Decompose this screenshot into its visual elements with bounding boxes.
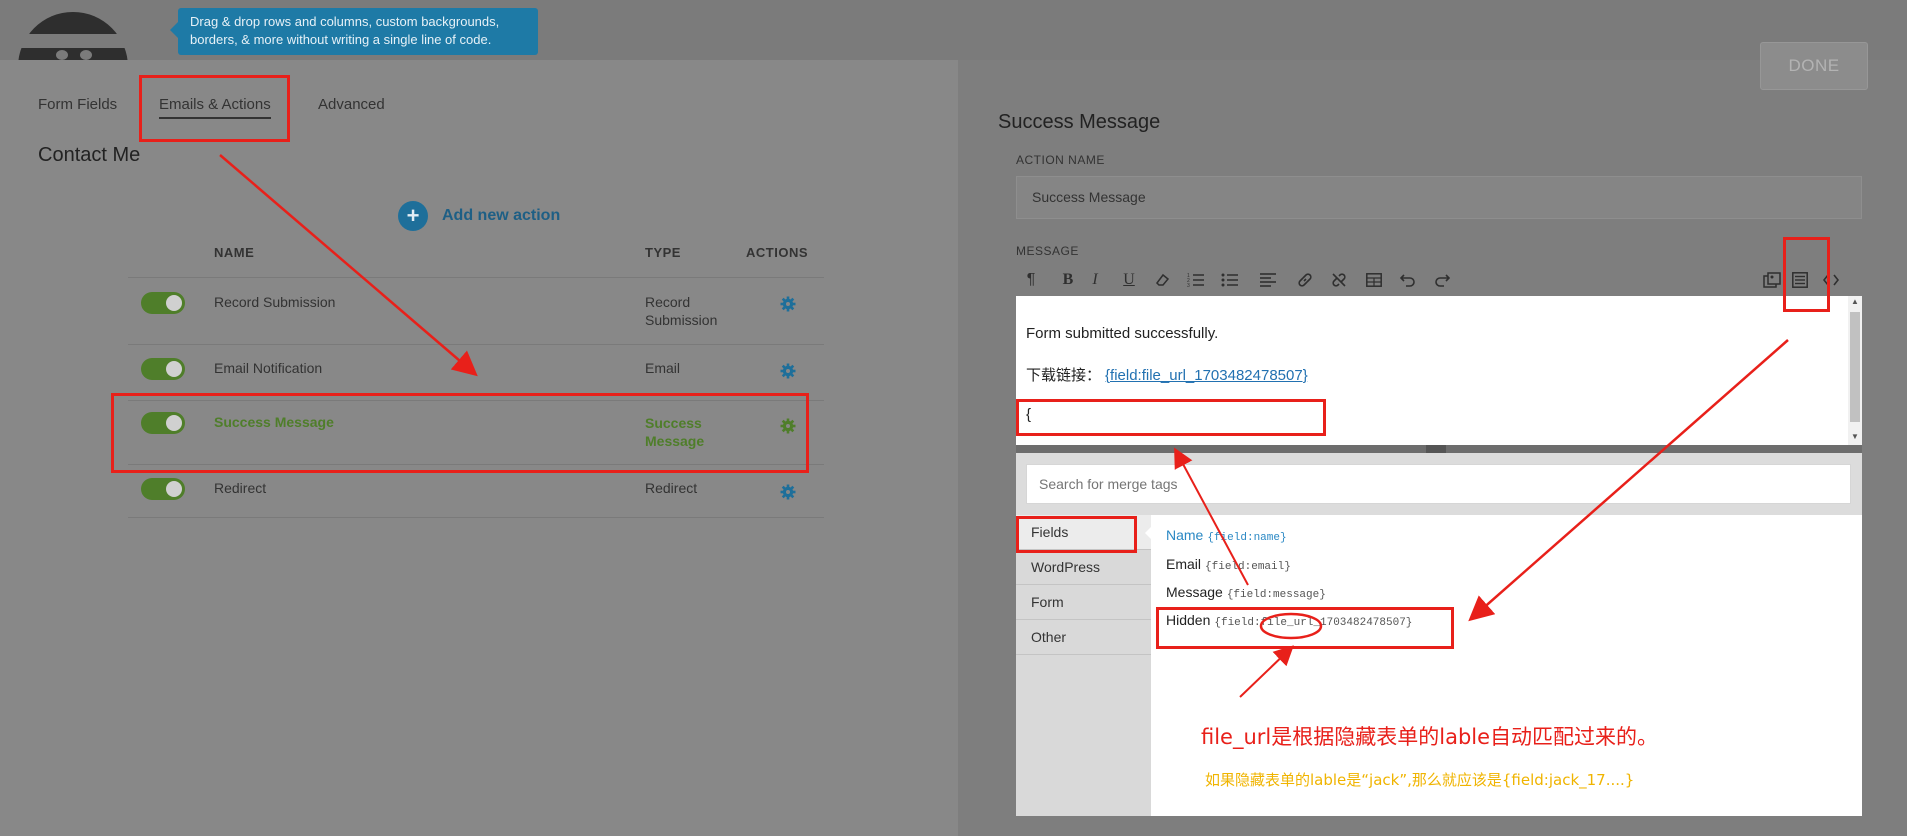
add-new-action-button[interactable]: + Add new action bbox=[398, 201, 560, 231]
merge-tag-label: Message bbox=[1166, 584, 1223, 600]
merge-tag-item[interactable]: Message {field:message} bbox=[1166, 584, 1326, 601]
builder-tooltip: Drag & drop rows and columns, custom bac… bbox=[170, 8, 538, 55]
category-form[interactable]: Form bbox=[1016, 585, 1151, 620]
paragraph-icon[interactable]: ¶ bbox=[1016, 265, 1046, 295]
action-settings-drawer: Success Message ACTION NAME Success Mess… bbox=[958, 60, 1907, 836]
action-name: Redirect bbox=[214, 480, 267, 496]
action-type: Record Submission bbox=[645, 293, 717, 329]
gear-icon[interactable] bbox=[780, 363, 796, 379]
merge-tag-code: {field:name} bbox=[1207, 532, 1287, 544]
annotation-note-example: 如果隐藏表单的lable是“jack”,那么就应该是{field:jack_17… bbox=[1205, 771, 1635, 789]
action-type: Email bbox=[645, 359, 680, 377]
annotation-box-tab bbox=[139, 75, 290, 142]
row-divider bbox=[128, 344, 824, 345]
action-name: Record Submission bbox=[214, 294, 336, 310]
action-name: Email Notification bbox=[214, 360, 323, 376]
action-type-line-2: Submission bbox=[645, 312, 718, 328]
download-link-label: 下载链接： bbox=[1026, 367, 1102, 384]
underline-icon[interactable]: U bbox=[1114, 265, 1144, 295]
done-button[interactable]: DONE bbox=[1760, 42, 1868, 90]
tab-advanced[interactable]: Advanced bbox=[318, 96, 385, 113]
action-type-line-1: Record bbox=[645, 294, 691, 310]
undo-icon[interactable] bbox=[1393, 265, 1423, 295]
top-bar: Drag & drop rows and columns, custom bac… bbox=[0, 0, 1907, 72]
annotation-box-row bbox=[111, 393, 809, 473]
eraser-icon[interactable] bbox=[1147, 265, 1177, 295]
form-title: Contact Me bbox=[38, 144, 141, 166]
row-divider bbox=[128, 277, 824, 278]
action-type-line-1: Email bbox=[645, 360, 681, 376]
merge-tags-search-input[interactable] bbox=[1026, 464, 1851, 504]
action-type-line-1: Redirect bbox=[645, 480, 698, 496]
toggle-switch[interactable] bbox=[141, 358, 185, 380]
toggle-switch[interactable] bbox=[141, 478, 185, 500]
merge-tag-code: {field:message} bbox=[1226, 589, 1326, 601]
message-line-2: 下载链接： {field:file_url_1703482478507} bbox=[1026, 364, 1308, 385]
table-icon[interactable] bbox=[1359, 265, 1389, 295]
drawer-title: Success Message bbox=[998, 111, 1161, 133]
column-header-type: TYPE bbox=[645, 245, 681, 260]
category-wordpress[interactable]: WordPress bbox=[1016, 550, 1151, 585]
unlink-icon[interactable] bbox=[1324, 265, 1354, 295]
svg-text:3: 3 bbox=[1187, 283, 1190, 288]
gear-icon[interactable] bbox=[780, 296, 796, 312]
merge-tag-categories: Fields WordPress Form Other bbox=[1016, 515, 1152, 816]
editor-toolbar: ¶ B I U 123 bbox=[1016, 265, 1862, 295]
bullet-list-icon[interactable] bbox=[1215, 265, 1245, 295]
italic-icon[interactable]: I bbox=[1080, 265, 1110, 295]
merge-tag-label: Email bbox=[1166, 556, 1202, 572]
tooltip-line-2: borders, & more without writing a single… bbox=[190, 32, 492, 47]
align-left-icon[interactable] bbox=[1253, 265, 1283, 295]
redo-icon[interactable] bbox=[1427, 265, 1457, 295]
row-divider bbox=[128, 517, 824, 518]
column-header-name: NAME bbox=[214, 245, 255, 260]
message-label: MESSAGE bbox=[1016, 244, 1079, 258]
editor-resize-handle[interactable] bbox=[1016, 445, 1862, 453]
file-url-merge-tag-link[interactable]: {field:file_url_1703482478507} bbox=[1105, 367, 1308, 384]
editor-scrollbar[interactable]: ▲ ▼ bbox=[1848, 296, 1862, 445]
merge-tag-item[interactable]: Email {field:email} bbox=[1166, 556, 1291, 573]
plus-icon: + bbox=[398, 201, 428, 231]
column-header-actions: ACTIONS bbox=[746, 245, 808, 260]
toggle-switch[interactable] bbox=[141, 292, 185, 314]
annotation-box-editor-brace bbox=[1016, 399, 1326, 436]
message-line-1: Form submitted successfully. bbox=[1026, 325, 1219, 342]
tab-form-fields[interactable]: Form Fields bbox=[38, 96, 117, 113]
tooltip-line-1: Drag & drop rows and columns, custom bac… bbox=[190, 14, 500, 29]
bold-icon[interactable]: B bbox=[1053, 265, 1083, 295]
action-type: Redirect bbox=[645, 479, 697, 497]
link-icon[interactable] bbox=[1290, 265, 1320, 295]
add-new-action-label: Add new action bbox=[442, 207, 561, 224]
action-name-label: ACTION NAME bbox=[1016, 153, 1105, 167]
category-other[interactable]: Other bbox=[1016, 620, 1151, 655]
annotation-box-fields-category bbox=[1016, 516, 1137, 553]
gear-icon[interactable] bbox=[780, 484, 796, 500]
ordered-list-icon[interactable]: 123 bbox=[1181, 265, 1211, 295]
merge-tag-label: Name bbox=[1166, 527, 1204, 543]
annotation-box-hidden-tag bbox=[1156, 607, 1454, 649]
annotation-box-merge-icon bbox=[1783, 237, 1830, 312]
action-name-input[interactable]: Success Message bbox=[1016, 176, 1862, 219]
merge-tag-item[interactable]: Name {field:name} bbox=[1166, 527, 1287, 544]
merge-tag-code: {field:email} bbox=[1205, 561, 1291, 573]
annotation-note-main: file_url是根据隐藏表单的lable自动匹配过来的。 bbox=[1201, 725, 1659, 749]
